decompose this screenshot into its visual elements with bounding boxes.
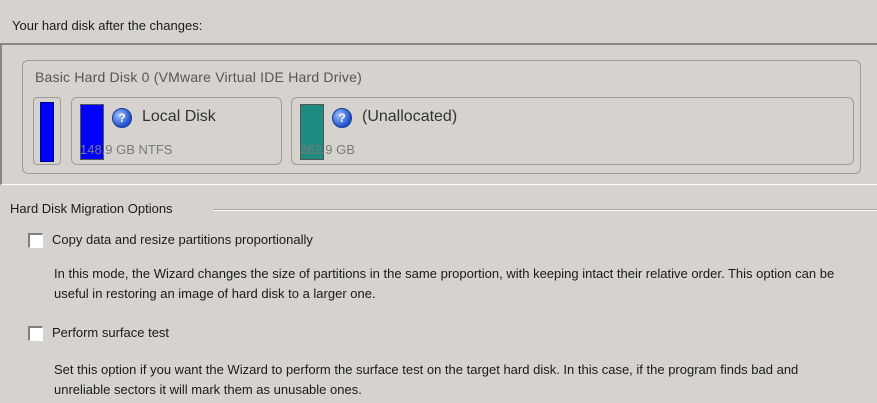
disk-title: Basic Hard Disk 0 (VMware Virtual IDE Ha…: [35, 69, 362, 85]
partition-name: Local Disk: [142, 108, 216, 125]
checkbox[interactable]: [28, 326, 43, 341]
section-title: Hard Disk Migration Options: [10, 201, 173, 216]
help-icon[interactable]: ?: [332, 108, 352, 128]
option-label[interactable]: Copy data and resize partitions proporti…: [52, 232, 313, 247]
disk-layout-label: Your hard disk after the changes:: [12, 18, 203, 33]
partition-size: 148.9 GB NTFS: [80, 142, 173, 157]
help-icon[interactable]: ?: [112, 108, 132, 128]
hard-disk-map: Basic Hard Disk 0 (VMware Virtual IDE Ha…: [22, 60, 861, 174]
section-divider: [214, 209, 877, 211]
partition-bar: [40, 102, 54, 162]
option-label[interactable]: Perform surface test: [52, 325, 169, 340]
checkbox[interactable]: [28, 233, 43, 248]
partition-size: 362.9 GB: [300, 142, 355, 157]
partition-local-disk[interactable]: ? Local Disk 148.9 GB NTFS: [71, 97, 282, 165]
partition-name: (Unallocated): [362, 108, 458, 125]
option-description: Set this option if you want the Wizard t…: [54, 362, 799, 397]
system-partition[interactable]: [33, 97, 61, 165]
option-description: In this mode, the Wizard changes the siz…: [54, 266, 835, 301]
partition-unallocated[interactable]: ? (Unallocated) 362.9 GB: [291, 97, 854, 165]
